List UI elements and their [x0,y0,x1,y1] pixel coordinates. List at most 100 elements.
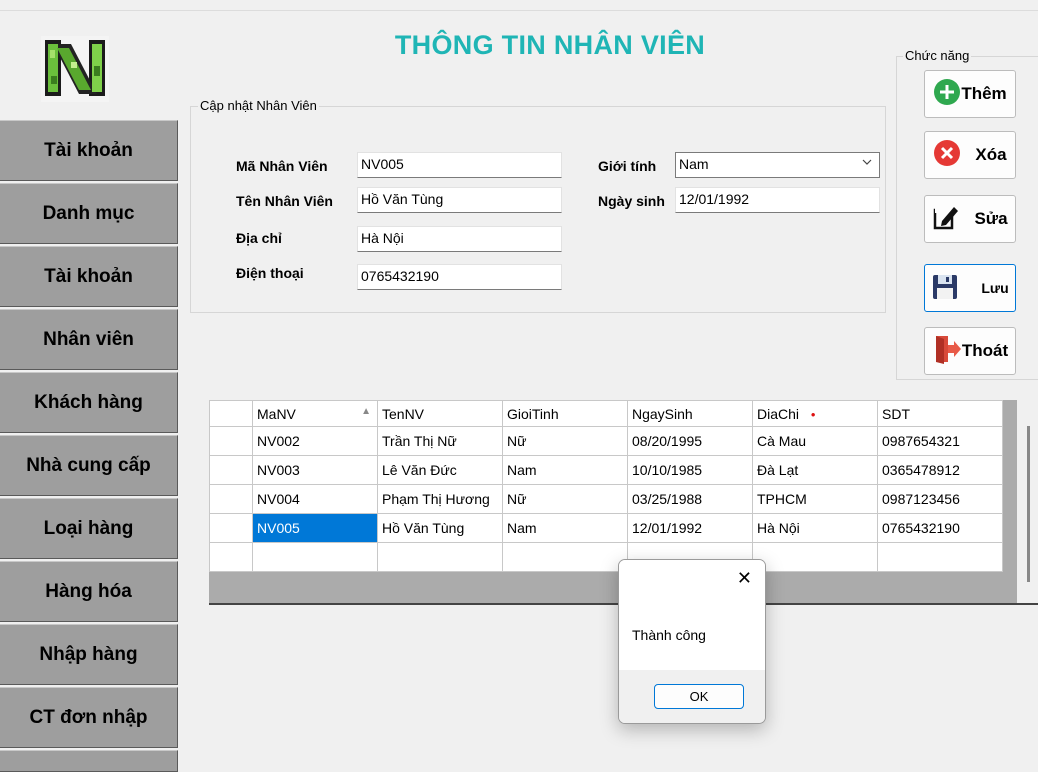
sidebar-item-label: Nhập hàng [39,643,138,665]
row-header[interactable] [209,484,253,514]
grid-corner-cell [209,400,253,427]
sidebar-item-nhap-hang[interactable]: Nhập hàng [0,624,178,685]
grid-column-header-diachi[interactable]: DiaChi • [752,400,878,427]
ten-nv-label: Tên Nhân Viên [236,193,333,209]
window-top-border [0,10,1038,11]
table-row-selected[interactable]: NV005 Hồ Văn Tùng Nam 12/01/1992 Hà Nội … [209,513,1003,543]
employee-grid[interactable]: MaNV ▲ TenNV GioiTinh NgaySinh DiaChi • … [209,400,1003,572]
page-title: THÔNG TIN NHÂN VIÊN [394,30,706,60]
cell-sdt[interactable]: 0987123456 [877,484,1003,514]
cell-empty[interactable] [377,542,503,572]
dien-thoai-input[interactable]: 0765432190 [357,264,562,290]
ma-nv-input[interactable]: NV005 [357,152,562,178]
table-row[interactable]: NV002 Trần Thị Nữ Nữ 08/20/1995 Cà Mau 0… [209,426,1003,456]
sidebar-item-danh-muc[interactable]: Danh mục [0,183,178,244]
sidebar-item-label: CT đơn nhập [29,706,148,728]
scrollbar-thumb[interactable] [1027,426,1030,582]
gioi-tinh-value: Nam [679,156,709,172]
add-icon [933,78,961,111]
cell-gioitinh[interactable]: Nữ [502,484,628,514]
sidebar-item-label: Tài khoản [44,265,133,287]
row-header[interactable] [209,426,253,456]
cell-diachi[interactable]: TPHCM [752,484,878,514]
grid-vertical-scrollbar[interactable] [1017,400,1038,603]
sort-ascending-icon: ▲ [361,405,371,417]
gioi-tinh-select[interactable]: Nam [675,152,880,178]
cell-ngaysinh[interactable]: 08/20/1995 [627,426,753,456]
cell-gioitinh[interactable]: Nam [502,455,628,485]
grid-column-header-sdt[interactable]: SDT [877,400,1003,427]
xoa-label: Xóa [975,145,1007,164]
cell-diachi[interactable]: Đà Lạt [752,455,878,485]
cell-tennv[interactable]: Trần Thị Nữ [377,426,503,456]
cell-manv-selected[interactable]: NV005 [252,513,378,543]
sidebar-item-tai-khoan[interactable]: Tài khoản [0,120,178,181]
cell-empty[interactable] [502,542,628,572]
ngay-sinh-label: Ngày sinh [598,193,665,209]
sidebar-item-nhan-vien[interactable]: Nhân viên [0,309,178,370]
ok-button[interactable]: OK [654,684,744,709]
row-header[interactable] [209,455,253,485]
message-dialog: ✕ Thành công OK [618,559,766,724]
app-logo [41,36,109,102]
cell-manv[interactable]: NV002 [252,426,378,456]
cell-empty[interactable] [752,542,878,572]
cell-ngaysinh[interactable]: 12/01/1992 [627,513,753,543]
xoa-button[interactable]: Xóa [924,131,1016,179]
row-header[interactable] [209,542,253,572]
edit-icon [932,203,961,236]
cell-sdt[interactable]: 0987654321 [877,426,1003,456]
thoat-button[interactable]: Thoát [924,327,1016,375]
sidebar-item-khach-hang[interactable]: Khách hàng [0,372,178,433]
grid-column-header-ngaysinh[interactable]: NgaySinh [627,400,753,427]
cell-manv[interactable]: NV003 [252,455,378,485]
grid-column-header-tennv[interactable]: TenNV [377,400,503,427]
close-icon[interactable]: ✕ [737,568,752,589]
cell-sdt[interactable]: 0365478912 [877,455,1003,485]
form-divider [208,312,884,313]
dia-chi-input[interactable]: Hà Nội [357,226,562,252]
them-button[interactable]: Thêm [924,70,1016,118]
dialog-message: Thành công [632,627,706,643]
cell-gioitinh[interactable]: Nữ [502,426,628,456]
cell-tennv[interactable]: Hồ Văn Tùng [377,513,503,543]
cell-diachi[interactable]: Hà Nội [752,513,878,543]
red-dot-marker: • [810,406,816,422]
column-label: MaNV [257,405,296,422]
sidebar-item-tai-khoan-2[interactable]: Tài khoản [0,246,178,307]
cell-tennv[interactable]: Lê Văn Đức [377,455,503,485]
row-header[interactable] [209,513,253,543]
table-row[interactable]: NV004 Phạm Thị Hương Nữ 03/25/1988 TPHCM… [209,484,1003,514]
ten-nv-input[interactable]: Hồ Văn Tùng [357,187,562,213]
cell-diachi[interactable]: Cà Mau [752,426,878,456]
luu-label: Lưu [981,280,1009,296]
cell-tennv[interactable]: Phạm Thị Hương [377,484,503,514]
them-label: Thêm [961,84,1007,103]
cell-empty[interactable] [252,542,378,572]
cell-manv[interactable]: NV004 [252,484,378,514]
grid-column-header-gioitinh[interactable]: GioiTinh [502,400,628,427]
sidebar-item-label: Tài khoản [44,139,133,161]
delete-icon [933,139,961,172]
cell-ngaysinh[interactable]: 03/25/1988 [627,484,753,514]
table-row[interactable]: NV003 Lê Văn Đức Nam 10/10/1985 Đà Lạt 0… [209,455,1003,485]
cell-ngaysinh[interactable]: 10/10/1985 [627,455,753,485]
thoat-label: Thoát [961,341,1009,360]
sidebar-item-nha-cung-cap[interactable]: Nhà cung cấp [0,435,178,496]
table-row-new[interactable] [209,542,1003,572]
dia-chi-label: Địa chỉ [236,230,282,246]
sidebar-item-loai-hang[interactable]: Loại hàng [0,498,178,559]
sidebar-item-label: Loại hàng [43,517,134,539]
luu-button[interactable]: Lưu [924,264,1016,312]
cell-empty[interactable] [877,542,1003,572]
grid-column-header-manv[interactable]: MaNV ▲ [252,400,378,427]
sidebar-item-hang-hoa[interactable]: Hàng hóa [0,561,178,622]
sidebar-item-partial[interactable] [0,750,178,772]
cell-sdt[interactable]: 0765432190 [877,513,1003,543]
ngay-sinh-input[interactable]: 12/01/1992 [675,187,880,213]
chevron-down-icon[interactable] [861,156,873,171]
sua-button[interactable]: Sửa [924,195,1016,243]
save-icon [931,273,959,304]
cell-gioitinh[interactable]: Nam [502,513,628,543]
sidebar-item-ct-don-nhap[interactable]: CT đơn nhập [0,687,178,748]
